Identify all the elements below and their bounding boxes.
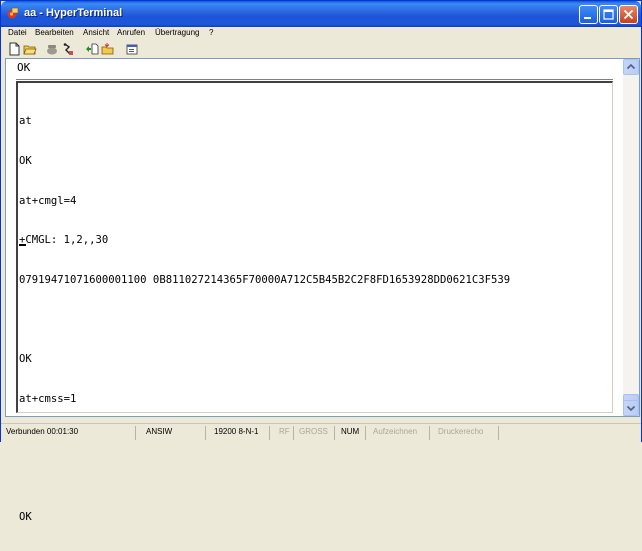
chevron-down-icon (626, 405, 636, 412)
close-button[interactable] (619, 5, 638, 24)
terminal-line: 07919471071600001100 0B811027214365F7000… (19, 273, 511, 286)
terminal-output: at OK at+cmgl=4 +CMGL: 1,2,,30 079194710… (19, 89, 609, 551)
new-document-icon[interactable] (7, 42, 21, 56)
properties-icon[interactable] (125, 42, 139, 56)
terminal-line: OK (19, 155, 32, 167)
terminal-line: +CMGL: 1,2,,30 (19, 234, 109, 247)
menu-ansicht[interactable]: Ansicht (83, 28, 109, 37)
terminal-previous-output: OK (17, 61, 31, 74)
menu-help[interactable]: ? (209, 28, 213, 37)
terminal-line: at+cmgl=4 (19, 194, 77, 207)
terminal-cursor (19, 244, 26, 246)
status-bar: Verbunden 00:01:30 ANSIW 19200 8-N-1 RF … (1, 423, 641, 443)
status-divider (334, 426, 335, 440)
terminal-line: OK (19, 352, 32, 365)
status-rf: RF (279, 427, 290, 436)
scroll-up-button[interactable] (623, 59, 639, 75)
menu-bar: Datei Bearbeiten Ansicht Anrufen Übertra… (1, 27, 641, 41)
chevron-up-icon (626, 63, 636, 70)
status-divider (498, 426, 499, 440)
minimize-button[interactable] (579, 5, 598, 24)
hyperterminal-icon (7, 7, 19, 19)
close-icon (623, 9, 634, 20)
status-printecho: Druckerecho (438, 427, 484, 436)
terminal-separator (16, 79, 613, 80)
status-num: NUM (341, 427, 360, 436)
minimize-icon (584, 17, 591, 19)
phone-icon[interactable] (45, 42, 59, 56)
hyperterminal-window: aa - HyperTerminal Datei Bearbeiten Ansi… (0, 0, 642, 523)
status-gross: GROSS (299, 427, 328, 436)
status-capture: Aufzeichnen (373, 427, 418, 436)
terminal-line: OK (19, 511, 32, 524)
vertical-scrollbar[interactable] (623, 59, 639, 416)
receive-icon[interactable] (101, 42, 115, 56)
menu-uebertragung[interactable]: Übertragung (155, 28, 199, 37)
status-divider (365, 426, 366, 440)
window-title: aa - HyperTerminal (24, 7, 123, 19)
status-divider (293, 426, 294, 440)
maximize-button[interactable] (599, 5, 618, 24)
status-params: 19200 8-N-1 (214, 427, 259, 436)
maximize-icon (603, 9, 614, 20)
menu-bearbeiten[interactable]: Bearbeiten (35, 28, 74, 37)
menu-anrufen[interactable]: Anrufen (117, 28, 145, 37)
terminal-line: at (19, 115, 32, 128)
status-divider (135, 426, 136, 440)
title-bar[interactable]: aa - HyperTerminal (1, 1, 641, 27)
open-folder-icon[interactable] (23, 42, 37, 56)
menu-datei[interactable]: Datei (8, 28, 27, 37)
status-emulation: ANSIW (146, 427, 173, 436)
status-divider (429, 426, 430, 440)
disconnect-icon[interactable] (61, 42, 75, 56)
terminal-line: at+cmss=1 (19, 392, 77, 405)
status-divider (205, 426, 206, 440)
send-icon[interactable] (85, 42, 99, 56)
status-divider (269, 426, 270, 440)
status-connected: Verbunden 00:01:30 (6, 427, 79, 436)
toolbar (1, 41, 641, 57)
scroll-down-button[interactable] (623, 400, 639, 416)
